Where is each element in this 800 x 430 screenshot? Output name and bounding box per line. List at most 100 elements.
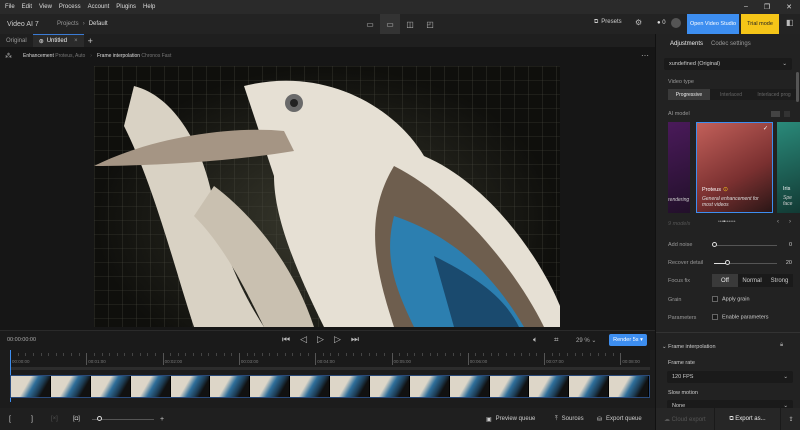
close-tab-icon[interactable]: × — [74, 38, 78, 44]
recover-detail-label: Recover detail — [668, 260, 704, 266]
skip-end-icon[interactable]: ⏭ — [351, 334, 359, 345]
menu-file[interactable]: File — [5, 4, 15, 10]
video-type-progressive[interactable]: Progressive — [668, 89, 710, 100]
list-view-icon[interactable] — [784, 111, 790, 117]
cloud-export-label: Cloud export — [671, 416, 706, 423]
ruler-minor-tick — [254, 353, 256, 356]
ruler-label: 00:04:00 — [317, 359, 335, 364]
panel-scrollbar[interactable] — [796, 72, 799, 102]
trial-mode-button[interactable]: Trial mode — [741, 14, 779, 34]
ruler-minor-tick — [154, 353, 156, 356]
toggle-panel-icon[interactable]: ◧ — [786, 18, 794, 27]
model-card-iris[interactable]: Iris Spe face — [777, 122, 800, 213]
ruler-major-tick — [467, 353, 469, 365]
ruler-minor-tick — [582, 353, 584, 356]
ruler-major-tick — [391, 353, 393, 365]
carousel-next-icon[interactable]: › — [789, 219, 791, 225]
menu-account[interactable]: Account — [88, 4, 110, 10]
skip-start-icon[interactable]: ⏮ — [282, 334, 290, 345]
menu-plugins[interactable]: Plugins — [116, 4, 136, 10]
timecode: 00:00:00:00 — [7, 337, 37, 343]
video-type-interlaced[interactable]: Interlaced — [710, 89, 752, 100]
view-side-icon[interactable]: ◰ — [420, 14, 440, 34]
model-card-proteus[interactable]: ✓ Proteus ⊙ General enhancement for most… — [696, 122, 773, 213]
timeline-ruler[interactable]: 00:00:00 00:01:00 00:02:00 00:03:00 00:04:00… — [10, 350, 650, 370]
add-noise-label: Add noise — [668, 242, 693, 248]
focus-fix-off[interactable]: Off — [712, 274, 738, 287]
step-back-icon[interactable]: ◁ — [300, 334, 307, 345]
focus-fix-normal[interactable]: Normal — [738, 274, 766, 287]
ruler-minor-tick — [513, 353, 515, 356]
tab-original[interactable]: Original — [0, 34, 33, 47]
grid-view-icon[interactable] — [771, 111, 780, 117]
menu-view[interactable]: View — [39, 4, 52, 10]
mark-in-icon[interactable]: [ — [9, 416, 11, 423]
tab-adjustments[interactable]: Adjustments — [670, 41, 703, 47]
timeline-zoom-knob[interactable] — [97, 416, 102, 421]
menu-edit[interactable]: Edit — [22, 4, 32, 10]
add-noise-slider[interactable] — [714, 245, 777, 246]
track-thumbnail — [50, 376, 91, 397]
breadcrumb-projects[interactable]: Projects — [57, 21, 79, 27]
frame-rate-select[interactable]: 120 FPS ⌄ — [667, 371, 793, 383]
lock-icon[interactable]: 🔒︎ — [780, 342, 783, 349]
video-type-interlaced-prog[interactable]: Interlaced prog — [752, 89, 796, 100]
track-thumbnail — [210, 376, 251, 397]
enhancement-step[interactable]: Enhancement Proteus, Auto — [23, 53, 85, 59]
add-noise-knob[interactable] — [712, 242, 717, 247]
view-split-icon[interactable]: ◫ — [400, 14, 420, 34]
export-queue-button[interactable]: ⛁ Export queue — [597, 416, 642, 423]
menu-process[interactable]: Process — [59, 4, 81, 10]
close-icon[interactable]: ✕ — [786, 3, 792, 11]
render-button[interactable]: Render 5s ▾ — [609, 334, 647, 346]
ruler-major-tick — [86, 353, 88, 365]
fi-section-title: Frame interpolation — [668, 344, 716, 350]
frame-interpolation-section[interactable]: ⌄ Frame interpolation — [662, 344, 716, 350]
zoom-select[interactable]: 29 % ⌄ — [576, 337, 596, 344]
ruler-minor-tick — [528, 353, 530, 356]
more-options-icon[interactable]: ⋯ — [641, 51, 649, 60]
carousel-dots[interactable]: •••••••••• — [718, 219, 736, 225]
settings-gear-icon[interactable]: ⚙ — [635, 18, 642, 27]
frame-rate-label: Frame rate — [668, 360, 695, 366]
recover-detail-knob[interactable] — [724, 260, 730, 265]
sources-button[interactable]: ⤒ Sources — [555, 416, 584, 423]
fit-timeline-icon[interactable]: [◘] — [73, 416, 80, 422]
track-thumbnail — [170, 376, 211, 397]
crop-icon[interactable]: ⌗ — [554, 335, 559, 345]
resolution-select[interactable]: xundefined (Original) ⌄ — [664, 58, 792, 70]
restore-icon[interactable]: ❐ — [764, 3, 770, 11]
video-track[interactable] — [10, 375, 650, 398]
frame-interpolation-step[interactable]: Frame interpolation Chronos Fast — [97, 53, 171, 59]
presets-button[interactable]: ⧉ Presets — [594, 19, 622, 26]
frame-rate-value: 120 FPS — [672, 374, 694, 380]
focus-fix-strong[interactable]: Strong — [766, 274, 793, 287]
add-tab-icon[interactable]: + — [88, 36, 93, 46]
apply-grain-checkbox[interactable]: Apply grain — [712, 296, 750, 302]
tab-codec-settings[interactable]: Codec settings — [711, 41, 751, 47]
preview-queue-button[interactable]: ▣ Preview queue — [486, 416, 535, 423]
export-as-button[interactable]: ⧉ Export as... — [714, 408, 781, 430]
track-thumbnail — [449, 376, 490, 397]
avatar[interactable] — [671, 18, 681, 28]
track-thumbnail — [90, 376, 131, 397]
view-single-icon[interactable]: ▭ — [360, 14, 380, 34]
render-label: Render 5s — [613, 337, 639, 343]
share-icon[interactable]: ⇪ — [781, 416, 800, 423]
view-fit-icon[interactable]: ▭ — [380, 14, 400, 34]
open-video-studio-button[interactable]: Open Video Studio — [687, 14, 739, 34]
audio-mute-icon[interactable]: 🔈︎ — [533, 335, 538, 345]
minimize-icon[interactable]: – — [744, 3, 748, 11]
model-card-previous[interactable]: rendering — [668, 122, 690, 213]
menu-help[interactable]: Help — [143, 4, 155, 10]
ruler-minor-tick — [437, 353, 439, 356]
zoom-in-icon[interactable]: + — [160, 416, 164, 423]
ruler-minor-tick — [231, 353, 233, 356]
enable-parameters-checkbox[interactable]: Enable parameters — [712, 314, 768, 320]
project-icon: ⊛ — [38, 38, 44, 45]
tab-untitled[interactable]: ⊛ Untitled × — [32, 34, 84, 47]
step-forward-icon[interactable]: ▷ — [334, 334, 341, 345]
play-icon[interactable]: ▷ — [317, 334, 324, 345]
mark-out-icon[interactable]: ] — [31, 416, 33, 423]
carousel-prev-icon[interactable]: ‹ — [777, 219, 779, 225]
